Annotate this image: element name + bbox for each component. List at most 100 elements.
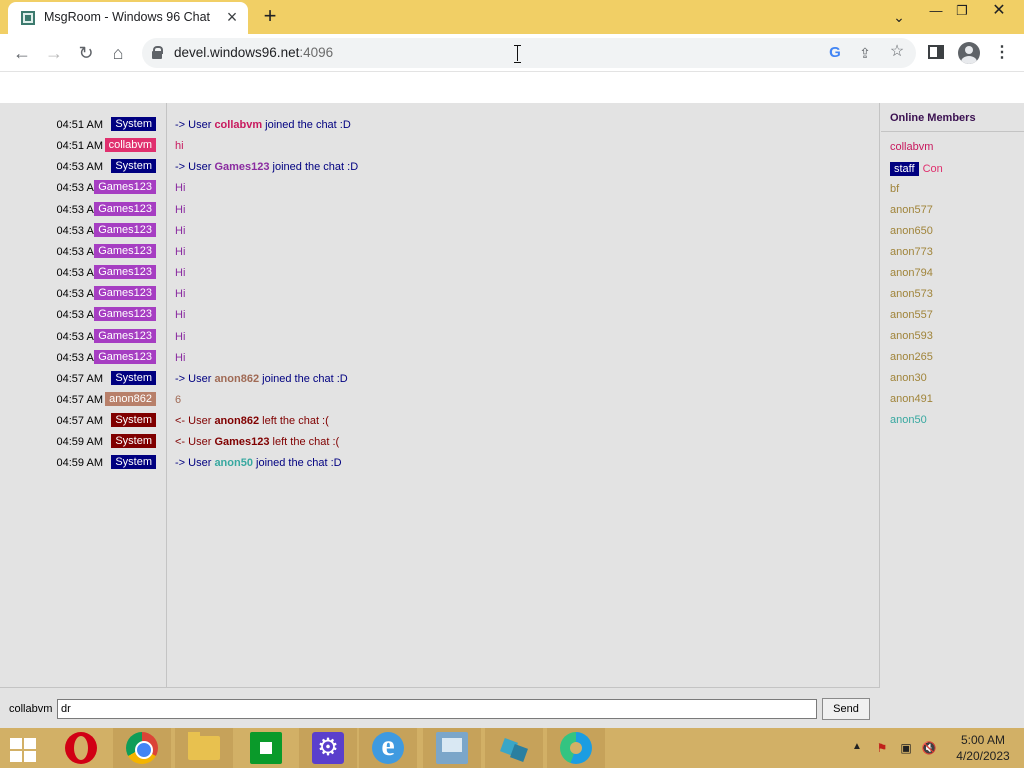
tray-flag-icon[interactable]: ⚑ [873,740,891,756]
reload-icon[interactable]: ↻ [73,40,99,66]
message-sender[interactable]: Games123 [94,286,156,301]
message-text-prefix: <- User [175,415,215,428]
message-time: 04:57 AM [56,393,103,406]
message-sender[interactable]: System [111,413,156,428]
message-sender[interactable]: System [111,159,156,174]
message-sender[interactable]: Games123 [94,328,156,343]
message-row: 04:53 AM Games123 Hi [0,221,870,241]
chrome-taskbar-button[interactable] [113,728,171,768]
message-text: -> User anon862 joined the chat :D [175,373,348,385]
tray-overflow-chevron-icon[interactable]: ▲ [851,740,863,754]
forward-icon[interactable]: → [41,40,67,66]
message-text-suffix: left the chat :( [269,436,340,449]
lock-icon[interactable] [152,46,163,59]
member-item[interactable]: anon491 [890,393,933,405]
member-item[interactable]: anon557 [890,309,933,321]
message-text: Hi [175,267,185,279]
message-sender[interactable]: System [111,455,156,470]
message-text: Hi [175,352,185,364]
url-port: :4096 [299,45,334,60]
edge-icon [560,732,592,764]
message-sender[interactable]: Games123 [94,180,156,195]
member-item[interactable]: anon30 [890,372,927,384]
member-name: anon491 [890,393,933,405]
message-sender[interactable]: System [111,370,156,385]
message-input[interactable] [57,699,817,719]
message-row: 04:53 AM Games123 Hi [0,284,870,304]
file-explorer-taskbar-button[interactable] [175,728,233,768]
message-text-prefix: Hi [175,182,186,195]
home-icon[interactable]: ⌂ [105,40,131,66]
members-divider [881,131,1024,132]
opera-taskbar-button[interactable] [52,728,110,768]
bookmark-star-icon[interactable]: ☆ [888,43,906,61]
message-row: 04:53 AM Games123 Hi [0,348,870,368]
store-taskbar-button[interactable] [237,728,295,768]
member-item[interactable]: anon50 [890,414,927,426]
msgroom-app: 04:51 AM System -> User collabvm joined th… [0,103,1024,728]
chat-log[interactable]: 04:51 AM System -> User collabvm joined th… [0,103,880,687]
message-sender[interactable]: System [111,117,156,131]
browser-tab[interactable]: MsgRoom - Windows 96 Chat × [8,2,248,34]
message-sender[interactable]: Games123 [94,307,156,322]
share-icon[interactable]: ⇪ [856,44,874,62]
member-item[interactable]: anon794 [890,267,933,279]
message-row: 04:59 AM System <- User Games123 left the … [0,432,870,452]
address-bar[interactable]: devel.windows96.net:4096 G ⇪ ☆ [142,38,916,68]
member-item[interactable]: anon593 [890,330,933,342]
google-lens-icon[interactable]: G [826,44,844,62]
member-item[interactable]: anon650 [890,225,933,237]
message-sender[interactable]: Games123 [94,222,156,237]
tray-volume-muted-icon[interactable]: 🔇 [920,740,938,756]
member-item[interactable]: anon573 [890,288,933,300]
member-item[interactable]: anon577 [890,204,933,216]
settings-taskbar-button[interactable] [299,728,357,768]
message-row: 04:57 AM System <- User anon862 left the c… [0,411,870,431]
message-mentioned-user: anon862 [214,372,260,385]
tab-search-icon[interactable]: ⌄ [888,6,910,28]
member-item[interactable]: collabvm [890,141,933,153]
message-text-prefix: Hi [175,267,186,280]
windows-start-icon[interactable] [8,736,40,762]
side-panel-icon[interactable] [928,45,944,59]
message-sender[interactable]: System [111,434,156,449]
back-icon[interactable]: ← [9,40,35,66]
message-row: 04:57 AM anon862 6 [0,390,870,410]
edge-taskbar-button[interactable] [547,728,605,768]
message-mentioned-user: Games123 [214,161,270,174]
message-sender[interactable]: collabvm [104,138,156,153]
taskbar-clock[interactable]: 5:00 AM 4/20/2023 [948,732,1018,764]
message-row: 04:57 AM System -> User anon862 joined the… [0,369,870,389]
profile-avatar-icon[interactable] [958,42,980,64]
settings-gear-icon [312,732,344,764]
member-item[interactable]: bf [890,183,899,195]
url-text[interactable]: devel.windows96.net:4096 [174,45,333,60]
member-item[interactable]: staff Con [890,162,943,176]
message-row: 04:53 AM System -> User Games123 joined th… [0,157,870,177]
message-text: <- User Games123 left the chat :( [175,436,339,448]
tab-title: MsgRoom - Windows 96 Chat [44,10,211,24]
message-text-prefix: Hi [175,203,186,216]
message-mentioned-user: Games123 [214,436,270,449]
tab-close-icon[interactable]: × [222,7,242,27]
message-sender[interactable]: Games123 [94,201,156,216]
network-center-taskbar-button[interactable] [423,728,481,768]
cubes-taskbar-button[interactable] [485,728,543,768]
browser-menu-icon[interactable]: ⋮ [994,42,1010,64]
window-close-icon[interactable]: ✕ [974,0,1024,22]
message-sender[interactable]: Games123 [94,265,156,280]
internet-explorer-taskbar-button[interactable] [359,728,417,768]
member-item[interactable]: anon773 [890,246,933,258]
message-sender[interactable]: Games123 [94,349,156,364]
member-name: anon593 [890,330,933,342]
msgroom-favicon-icon [21,11,35,25]
message-sender[interactable]: anon862 [105,391,156,406]
message-sender[interactable]: Games123 [94,243,156,258]
message-text-prefix: -> User [175,372,215,385]
composer-username: collabvm [9,703,53,715]
member-item[interactable]: anon265 [890,351,933,363]
member-name: anon557 [890,309,933,321]
tray-network-icon[interactable]: ▣ [897,740,915,756]
send-button[interactable]: Send [822,698,870,720]
new-tab-icon[interactable]: + [258,4,282,28]
